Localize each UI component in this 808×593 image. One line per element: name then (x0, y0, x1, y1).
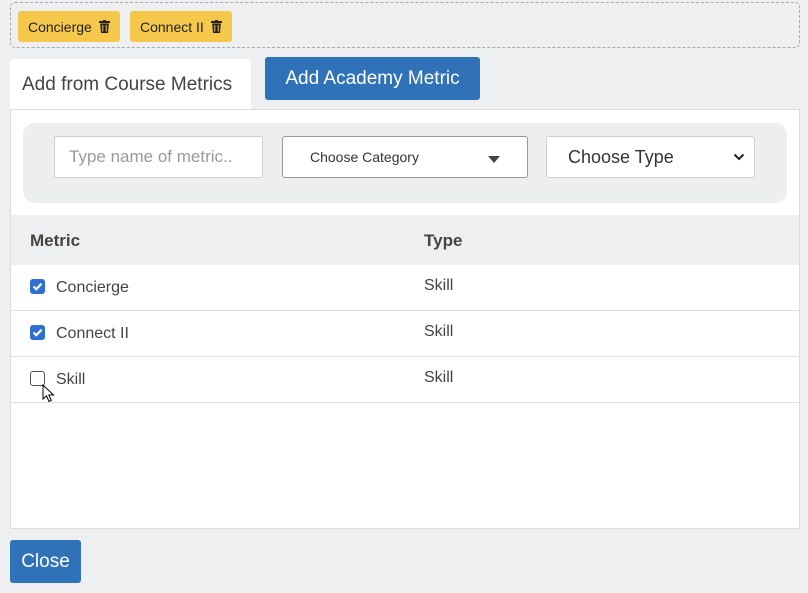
row-checkbox[interactable] (30, 279, 45, 294)
table-header: Metric Type (11, 215, 799, 265)
check-icon (32, 328, 43, 337)
table-row[interactable]: Concierge Skill (11, 265, 799, 311)
check-icon (32, 282, 43, 291)
type-select[interactable]: Choose Type (546, 136, 755, 178)
metric-type: Skill (424, 323, 454, 340)
chevron-down-icon (733, 153, 745, 161)
category-dropdown-label: Choose Category (310, 149, 419, 165)
metric-column-header: Metric (30, 231, 81, 250)
metric-name: Connect II (56, 325, 129, 342)
filter-bar: Choose Category Choose Type (23, 123, 787, 203)
caret-down-icon (488, 156, 500, 163)
category-dropdown[interactable]: Choose Category (282, 136, 528, 178)
metric-type: Skill (424, 277, 454, 294)
metric-search-input[interactable] (54, 136, 263, 178)
tab-course-metrics[interactable]: Add from Course Metrics (10, 59, 251, 111)
tab-academy-metric[interactable]: Add Academy Metric (265, 57, 480, 100)
trash-icon[interactable] (210, 20, 222, 33)
chip-connect-ii[interactable]: Connect II (130, 11, 232, 42)
trash-icon[interactable] (98, 20, 110, 33)
table-row[interactable]: Connect II Skill (11, 311, 799, 357)
metric-name: Concierge (56, 279, 129, 296)
chip-concierge[interactable]: Concierge (18, 11, 120, 42)
close-button[interactable]: Close (10, 540, 81, 583)
type-select-label: Choose Type (568, 146, 674, 167)
metric-name: Skill (56, 371, 86, 388)
metrics-panel: Choose Category Choose Type Metric Type … (10, 109, 800, 529)
metric-type: Skill (424, 369, 454, 386)
selected-metrics-area: Concierge Connect II (10, 2, 800, 48)
chip-label: Connect II (140, 18, 204, 35)
chip-label: Concierge (28, 18, 92, 35)
table-row[interactable]: Skill Skill (11, 357, 799, 403)
row-checkbox[interactable] (30, 325, 45, 340)
mouse-cursor-icon (42, 384, 55, 403)
type-column-header: Type (424, 231, 463, 250)
